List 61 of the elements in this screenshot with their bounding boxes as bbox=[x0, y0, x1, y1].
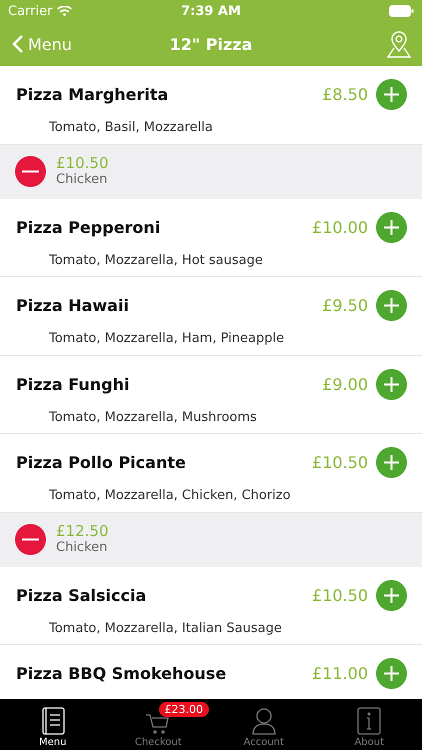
added-option: Chicken bbox=[56, 172, 108, 188]
minus-icon bbox=[22, 538, 39, 541]
person-icon bbox=[250, 707, 277, 735]
add-button[interactable] bbox=[376, 368, 407, 400]
remove-button[interactable] bbox=[15, 524, 46, 555]
item-name: Pizza Pepperoni bbox=[16, 218, 160, 236]
plus-icon bbox=[383, 86, 400, 103]
tab-bar-item[interactable]: Account bbox=[211, 699, 316, 750]
location-pin-icon[interactable] bbox=[386, 30, 412, 58]
menu-item-row[interactable]: Pizza Hawaii £9.50 Tomato, Mozzarella, Ham, Pineapple bbox=[0, 277, 422, 356]
item-price: £9.00 bbox=[322, 374, 368, 394]
item-price: £10.50 bbox=[312, 453, 368, 472]
plus-icon bbox=[383, 454, 400, 471]
menu-book-icon bbox=[40, 707, 66, 735]
tab-bar-item[interactable]: About bbox=[316, 699, 422, 750]
battery-icon bbox=[389, 5, 414, 17]
item-description: Tomato, Mozzarella, Mushrooms bbox=[49, 410, 258, 424]
plus-icon bbox=[383, 297, 400, 314]
plus-icon bbox=[383, 586, 400, 604]
item-price: £8.50 bbox=[322, 85, 368, 104]
remove-button[interactable] bbox=[15, 156, 46, 187]
wifi-icon bbox=[57, 6, 72, 16]
item-name: Pizza Hawaii bbox=[16, 296, 129, 315]
added-price: £12.50 bbox=[56, 523, 108, 540]
item-price: £10.00 bbox=[312, 218, 368, 236]
tab-bar-item[interactable]: Menu bbox=[0, 699, 106, 750]
add-button[interactable] bbox=[376, 290, 407, 321]
menu-item-row[interactable]: Pizza Salsiccia £10.50 Tomato, Mozzarella, Italian Sausage bbox=[0, 566, 422, 645]
item-description: Tomato, Mozzarella, Chicken, Chorizo bbox=[49, 488, 292, 503]
add-button[interactable] bbox=[376, 580, 407, 610]
item-name: Pizza BBQ Smokehouse bbox=[16, 664, 226, 683]
cart-total-badge: £23.00 bbox=[158, 702, 209, 717]
item-description: Tomato, Basil, Mozzarella bbox=[49, 120, 214, 135]
plus-icon bbox=[383, 665, 400, 682]
add-button[interactable] bbox=[376, 79, 407, 110]
item-description: Tomato, Mozzarella, Italian Sausage bbox=[49, 620, 283, 636]
added-option: Chicken bbox=[56, 540, 108, 556]
status-time: 7:39 AM bbox=[181, 4, 241, 18]
item-description: Tomato, Mozzarella, Hot sausage bbox=[49, 252, 264, 268]
item-name: Pizza Salsiccia bbox=[16, 586, 146, 604]
plus-icon bbox=[383, 218, 400, 236]
item-name: Pizza Funghi bbox=[16, 374, 130, 394]
plus-icon bbox=[383, 376, 400, 392]
minus-icon bbox=[22, 170, 39, 173]
add-button[interactable] bbox=[376, 658, 407, 689]
item-name: Pizza Margherita bbox=[16, 85, 168, 104]
add-button[interactable] bbox=[376, 447, 407, 478]
page-title: 12" Pizza bbox=[170, 34, 252, 54]
item-description: Tomato, Mozzarella, Ham, Pineapple bbox=[49, 331, 286, 346]
tab-bar-item[interactable]: Checkout £23.00 bbox=[106, 699, 211, 750]
chevron-left-icon bbox=[12, 34, 24, 54]
item-price: £9.50 bbox=[322, 296, 368, 315]
added-price: £10.50 bbox=[56, 155, 108, 172]
item-name: Pizza Pollo Picante bbox=[16, 453, 186, 472]
carrier-label: Carrier bbox=[8, 4, 52, 18]
item-price: £11.00 bbox=[312, 664, 368, 683]
add-button[interactable] bbox=[376, 212, 407, 242]
menu-item-row[interactable]: Pizza Pepperoni £10.00 Tomato, Mozzarella, Hot sausage bbox=[0, 198, 422, 277]
menu-item-row[interactable]: Pizza Funghi £9.00 Tomato, Mozzarella, Mushrooms bbox=[0, 356, 422, 434]
item-price: £10.50 bbox=[312, 586, 368, 604]
info-icon bbox=[356, 707, 382, 735]
